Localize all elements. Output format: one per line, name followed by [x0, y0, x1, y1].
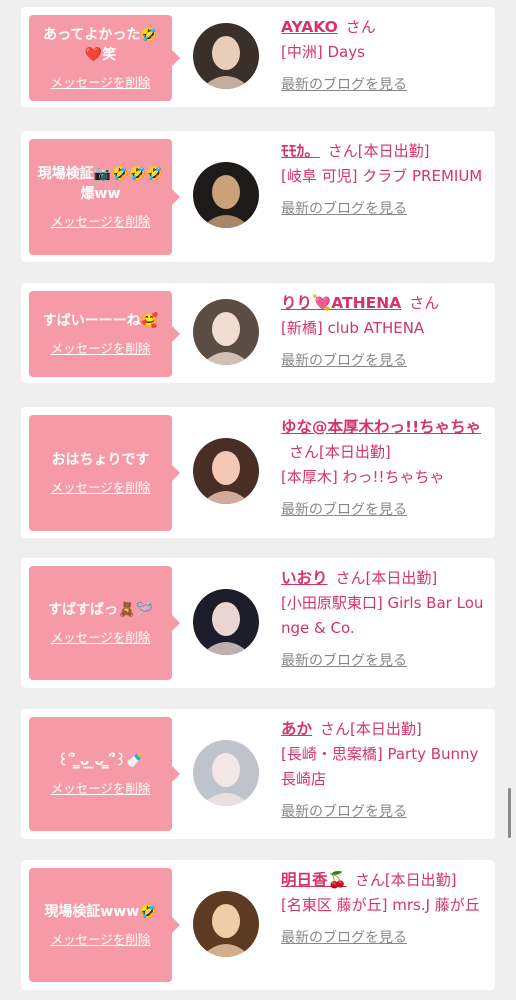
shop-name: [小田原駅東口] Girls Bar Lounge & Co. — [281, 594, 484, 637]
honorific-label: さん — [327, 142, 358, 160]
message-text: おはちょりです — [51, 452, 150, 468]
message-bubble: 現場検証📷🤣🤣🤣爆ww メッセージを削除 — [29, 139, 180, 255]
attendance-status: [本日出勤] — [350, 720, 422, 738]
profile-name-link[interactable]: りり💘ATHENA — [281, 294, 401, 312]
view-latest-blog-link[interactable]: 最新のブログを見る — [281, 73, 487, 98]
honorific-label: さん — [289, 443, 320, 461]
delete-message-link[interactable]: メッセージを削除 — [51, 932, 151, 948]
profile-name-link[interactable]: あか — [281, 720, 312, 738]
message-text: あってよかった🤣❤️笑 — [43, 27, 158, 63]
profile-info: 明日香🍒 さん[本日出勤] [名東区 藤が丘] mrs.J 藤が丘最新のブログを見る — [281, 868, 487, 951]
honorific-label: さん — [335, 569, 366, 587]
profile-info: ﾓﾓｶ。 さん[本日出勤] [岐阜 可児] クラブ PREMIUM 最新のブログを見る — [281, 139, 487, 222]
profile-name-row: 明日香🍒 さん[本日出勤] — [281, 868, 487, 893]
scrollbar-thumb[interactable] — [508, 788, 511, 838]
message-card: 現場検証📷🤣🤣🤣爆ww メッセージを削除 ﾓﾓｶ。 さん[本日出勤] [岐阜 可児] ク… — [21, 131, 495, 262]
avatar[interactable] — [193, 299, 259, 365]
attendance-status: [本日出勤] — [384, 871, 457, 889]
message-card: すばいーーーね🥰 メッセージを削除 りり💘ATHENA さん [新橋] club ATH… — [21, 283, 495, 383]
message-text: 現場検証www🤣 — [44, 904, 157, 920]
message-text: すばすばっ🧸🪡 — [48, 602, 153, 618]
attendance-status: [本日出勤] — [365, 569, 438, 587]
attendance-status: [本日出勤] — [319, 443, 391, 461]
shop-name: [新橋] club ATHENA — [281, 319, 425, 337]
honorific-label: さん — [409, 294, 440, 312]
profile-info: あか さん[本日出勤] [長崎・思案橋] Party Bunny 長崎店最新のブログ… — [281, 717, 487, 825]
message-bubble: すばいーーーね🥰 メッセージを削除 — [29, 291, 180, 377]
avatar[interactable] — [193, 162, 259, 228]
profile-name-row: りり💘ATHENA さん — [281, 291, 487, 316]
shop-name: [岐阜 可児] クラブ PREMIUM — [281, 167, 483, 185]
message-card: おはちょりです メッセージを削除 ゆな@本厚木わっ!!ちゃちゃさん[本日出勤] [本厚… — [21, 407, 495, 538]
message-bubble: ꒰՞ ̳ᴗ̫ ̫ᴗ ̳՞꒱🍼 メッセージを削除 — [29, 717, 180, 831]
profile-info: いおり さん[本日出勤] [小田原駅東口] Girls Bar Lounge & C… — [281, 566, 487, 674]
message-text: ꒰՞ ̳ᴗ̫ ̫ᴗ ̳՞꒱🍼 — [57, 753, 144, 769]
profile-info: AYAKO さん [中洲] Days 最新のブログを見る — [281, 15, 487, 98]
profile-name-row: ゆな@本厚木わっ!!ちゃちゃさん[本日出勤] — [281, 415, 487, 465]
avatar[interactable] — [193, 589, 259, 655]
message-bubble: あってよかった🤣❤️笑メッセージを削除 — [29, 15, 180, 101]
avatar[interactable] — [193, 23, 259, 89]
profile-name-row: AYAKO さん — [281, 15, 487, 40]
message-text: すばいーーーね🥰 — [42, 313, 159, 329]
message-bubble: 現場検証www🤣 メッセージを削除 — [29, 868, 180, 982]
delete-message-link[interactable]: メッセージを削除 — [51, 341, 151, 357]
profile-name-link[interactable]: ゆな@本厚木わっ!!ちゃちゃ — [281, 418, 481, 436]
view-latest-blog-link[interactable]: 最新のブログを見る — [281, 926, 487, 951]
message-text: 現場検証📷🤣🤣🤣爆ww — [37, 166, 164, 202]
delete-message-link[interactable]: メッセージを削除 — [51, 781, 151, 797]
message-card: あってよかった🤣❤️笑メッセージを削除 AYAKO さん [中洲] Days 最新のブロ… — [21, 7, 495, 107]
avatar[interactable] — [193, 740, 259, 806]
shop-name: [中洲] Days — [281, 43, 365, 61]
message-card: ꒰՞ ̳ᴗ̫ ̫ᴗ ̳՞꒱🍼 メッセージを削除 あか さん[本日出勤] [長崎・思案橋]… — [21, 709, 495, 839]
view-latest-blog-link[interactable]: 最新のブログを見る — [281, 197, 487, 222]
attendance-status: [本日出勤] — [357, 142, 430, 160]
view-latest-blog-link[interactable]: 最新のブログを見る — [281, 498, 487, 523]
delete-message-link[interactable]: メッセージを削除 — [51, 75, 151, 91]
shop-name: [名東区 藤が丘] mrs.J 藤が丘 — [281, 896, 480, 914]
shop-name: [長崎・思案橋] Party Bunny 長崎店 — [281, 745, 479, 788]
avatar[interactable] — [193, 438, 259, 504]
profile-name-row: いおり さん[本日出勤] — [281, 566, 487, 591]
honorific-label: さん — [320, 720, 351, 738]
profile-name-row: ﾓﾓｶ。 さん[本日出勤] — [281, 139, 487, 164]
profile-info: りり💘ATHENA さん [新橋] club ATHENA 最新のブログを見る — [281, 291, 487, 374]
message-card: 現場検証www🤣 メッセージを削除 明日香🍒 さん[本日出勤] [名東区 藤が丘] mr… — [21, 860, 495, 990]
delete-message-link[interactable]: メッセージを削除 — [51, 214, 151, 230]
view-latest-blog-link[interactable]: 最新のブログを見る — [281, 800, 487, 825]
honorific-label: さん — [354, 871, 385, 889]
profile-name-link[interactable]: 明日香🍒 — [281, 871, 347, 889]
message-bubble: おはちょりです メッセージを削除 — [29, 415, 180, 531]
profile-name-link[interactable]: ﾓﾓｶ。 — [281, 142, 320, 160]
profile-name-link[interactable]: いおり — [281, 569, 328, 587]
message-list: あってよかった🤣❤️笑メッセージを削除 AYAKO さん [中洲] Days 最新のブロ… — [0, 0, 516, 1000]
delete-message-link[interactable]: メッセージを削除 — [51, 630, 151, 646]
message-bubble: すばすばっ🧸🪡 メッセージを削除 — [29, 566, 180, 680]
profile-info: ゆな@本厚木わっ!!ちゃちゃさん[本日出勤] [本厚木] わっ!!ちゃちゃ最新のブ… — [281, 415, 487, 523]
message-card: すばすばっ🧸🪡 メッセージを削除 いおり さん[本日出勤] [小田原駅東口] Girls… — [21, 558, 495, 688]
profile-name-row: あか さん[本日出勤] — [281, 717, 487, 742]
honorific-label: さん — [345, 18, 376, 36]
shop-name: [本厚木] わっ!!ちゃちゃ — [281, 468, 445, 486]
delete-message-link[interactable]: メッセージを削除 — [51, 480, 151, 496]
avatar[interactable] — [193, 891, 259, 957]
profile-name-link[interactable]: AYAKO — [281, 18, 338, 36]
view-latest-blog-link[interactable]: 最新のブログを見る — [281, 649, 487, 674]
view-latest-blog-link[interactable]: 最新のブログを見る — [281, 349, 487, 374]
